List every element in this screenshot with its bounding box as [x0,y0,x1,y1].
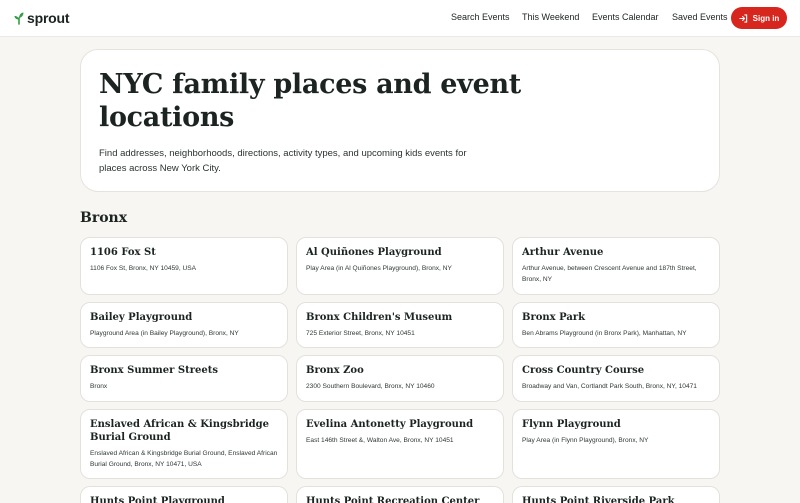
place-name: Bronx Children's Museum [306,312,453,323]
place-name: Al Quiñones Playground [306,247,442,258]
place-address: Bronx [90,383,108,390]
section-title-bronx: Bronx [80,210,128,226]
place-name: Bronx Park [522,312,586,323]
place-card[interactable]: Hunts Point Riverside Park [512,486,720,503]
sprout-leaf-icon [14,11,24,25]
place-name: 1106 Fox St [90,247,156,258]
place-name: Bronx Summer Streets [90,365,218,376]
sign-in-button[interactable]: Sign in [731,7,787,29]
place-address: Playground Area (in Bailey Playground), … [90,330,239,337]
place-name: Enslaved African & Kingsbridge Burial Gr… [90,419,270,443]
place-name: Hunts Point Playground [90,496,225,503]
place-card[interactable]: Hunts Point Playground [80,486,288,503]
place-name: Bailey Playground [90,312,193,323]
place-address: Arthur Avenue, between Crescent Avenue a… [522,265,697,283]
place-address: Play Area (in Flynn Playground), Bronx, … [522,437,649,444]
place-address: Enslaved African & Kingsbridge Burial Gr… [90,450,278,468]
place-address: East 146th Street &, Walton Ave, Bronx, … [306,437,454,444]
place-address: Ben Abrams Playground (in Bronx Park), M… [522,330,687,337]
page-title: NYC family places and event locations [99,69,521,133]
place-name: Arthur Avenue [522,247,604,258]
place-name: Hunts Point Recreation Center [306,496,480,503]
logo-text: sprout [27,10,70,26]
place-card[interactable]: 1106 Fox St 1106 Fox St, Bronx, NY 10459… [80,237,288,295]
top-nav-bar: sprout Search Events This Weekend Events… [0,0,800,37]
place-name: Evelina Antonetty Playground [306,419,474,430]
place-address: Broadway and Van, Cortlandt Park South, … [522,383,697,390]
nav-events-calendar[interactable]: Events Calendar [592,12,659,22]
place-address: 725 Exterior Street, Bronx, NY 10451 [306,330,415,337]
place-card[interactable]: Bronx Children's Museum 725 Exterior Str… [296,302,504,348]
place-card[interactable]: Enslaved African & Kingsbridge Burial Gr… [80,409,288,479]
place-address: 1106 Fox St, Bronx, NY 10459, USA [90,265,197,272]
sprout-logo[interactable]: sprout [14,9,70,27]
place-card[interactable]: Evelina Antonetty Playground East 146th … [296,409,504,479]
place-card[interactable]: Bronx Zoo 2300 Southern Boulevard, Bronx… [296,355,504,402]
place-card[interactable]: Hunts Point Recreation Center [296,486,504,503]
place-address: 2300 Southern Boulevard, Bronx, NY 10460 [306,383,435,390]
place-card[interactable]: Bronx Park Ben Abrams Playground (in Bro… [512,302,720,348]
place-card[interactable]: Bailey Playground Playground Area (in Ba… [80,302,288,348]
nav-saved-events[interactable]: Saved Events [672,12,728,22]
place-address: Play Area (in Al Quiñones Playground), B… [306,265,452,272]
place-card[interactable]: Arthur Avenue Arthur Avenue, between Cre… [512,237,720,295]
place-card[interactable]: Al Quiñones Playground Play Area (in Al … [296,237,504,295]
place-card[interactable]: Flynn Playground Play Area (in Flynn Pla… [512,409,720,479]
place-card[interactable]: Bronx Summer Streets Bronx [80,355,288,402]
place-card[interactable]: Cross Country Course Broadway and Van, C… [512,355,720,402]
hero-card: NYC family places and event locations Fi… [80,49,720,192]
place-name: Cross Country Course [522,365,645,376]
sign-in-icon [739,13,748,23]
place-name: Hunts Point Riverside Park [522,496,675,503]
place-name: Bronx Zoo [306,365,364,376]
place-name: Flynn Playground [522,419,621,430]
nav-search-events[interactable]: Search Events [451,12,510,22]
page-description: Find addresses, neighborhoods, direction… [99,148,467,174]
sign-in-label: Sign in [752,13,780,23]
nav-this-weekend[interactable]: This Weekend [522,12,579,22]
